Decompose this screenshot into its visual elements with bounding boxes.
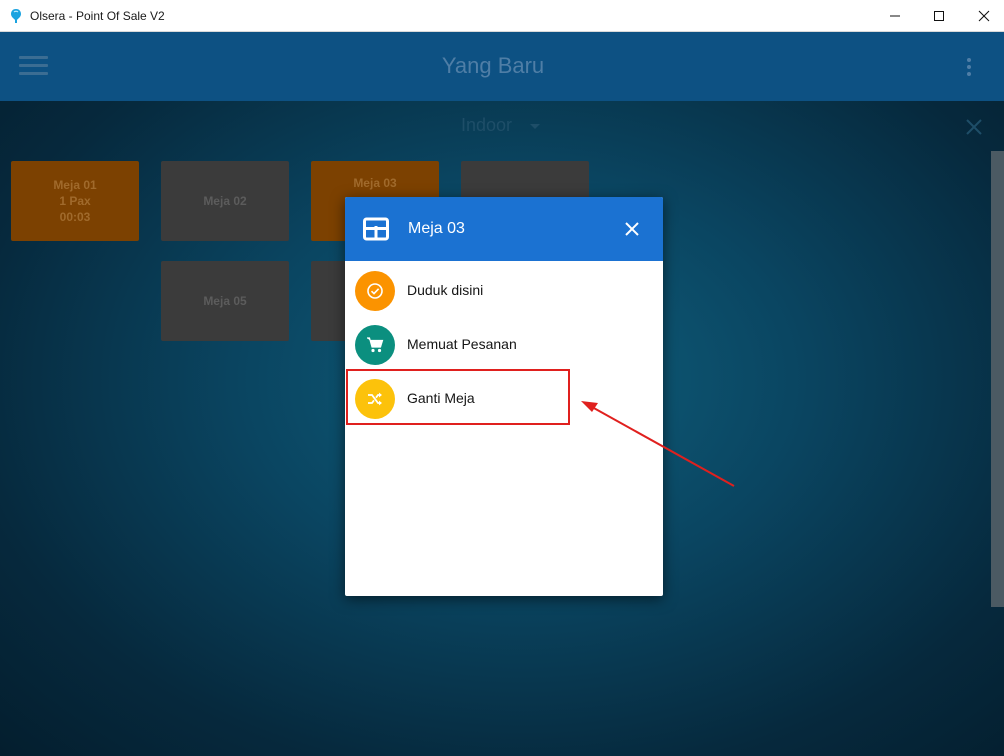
maximize-icon xyxy=(934,11,944,21)
area-dropdown-value: Indoor xyxy=(461,115,513,135)
window-title: Olsera - Point Of Sale V2 xyxy=(30,9,165,23)
annotation-highlight-box xyxy=(346,369,570,425)
cart-icon xyxy=(355,325,395,365)
table-tile-meja-02[interactable]: Meja 02 xyxy=(161,161,289,241)
menu-item-memuat-pesanan[interactable]: Memuat Pesanan xyxy=(345,318,663,372)
dialog-header: Meja 03 xyxy=(345,197,663,261)
window-titlebar: Olsera - Point Of Sale V2 xyxy=(0,0,1004,32)
table-pax: 1 Pax xyxy=(59,194,91,208)
scrollbar[interactable] xyxy=(991,151,1004,607)
olsera-logo-icon xyxy=(11,9,21,23)
table-time: 00:03 xyxy=(59,210,91,224)
table-grid-icon xyxy=(363,217,389,241)
minimize-icon xyxy=(890,15,900,17)
menu-item-duduk-disini[interactable]: Duduk disini xyxy=(345,264,663,318)
table-name: Meja 01 xyxy=(53,178,97,192)
dialog-close-icon[interactable] xyxy=(624,221,640,237)
table-tile-meja-05[interactable]: Meja 05 xyxy=(161,261,289,341)
table-name: Meja 02 xyxy=(203,194,247,208)
page-title: Yang Baru xyxy=(441,53,545,78)
app-header: Yang Baru xyxy=(0,32,1004,101)
more-vert-icon[interactable] xyxy=(964,56,974,78)
table-name: Meja 05 xyxy=(203,294,247,308)
close-icon xyxy=(978,10,990,22)
menu-item-label: Duduk disini xyxy=(407,282,484,298)
maximize-button[interactable] xyxy=(916,0,962,31)
table-tile-meja-01[interactable]: Meja 01 1 Pax 00:03 xyxy=(11,161,139,241)
check-circle-icon xyxy=(355,271,395,311)
table-name: Meja 03 xyxy=(353,176,397,190)
menu-item-label: Memuat Pesanan xyxy=(407,336,517,352)
minimize-button[interactable] xyxy=(872,0,918,31)
window-close-button[interactable] xyxy=(961,0,1004,31)
area-dropdown[interactable]: Indoor xyxy=(455,114,565,138)
dialog-title: Meja 03 xyxy=(408,220,465,237)
close-icon[interactable] xyxy=(965,118,983,136)
chevron-down-icon xyxy=(530,124,540,129)
